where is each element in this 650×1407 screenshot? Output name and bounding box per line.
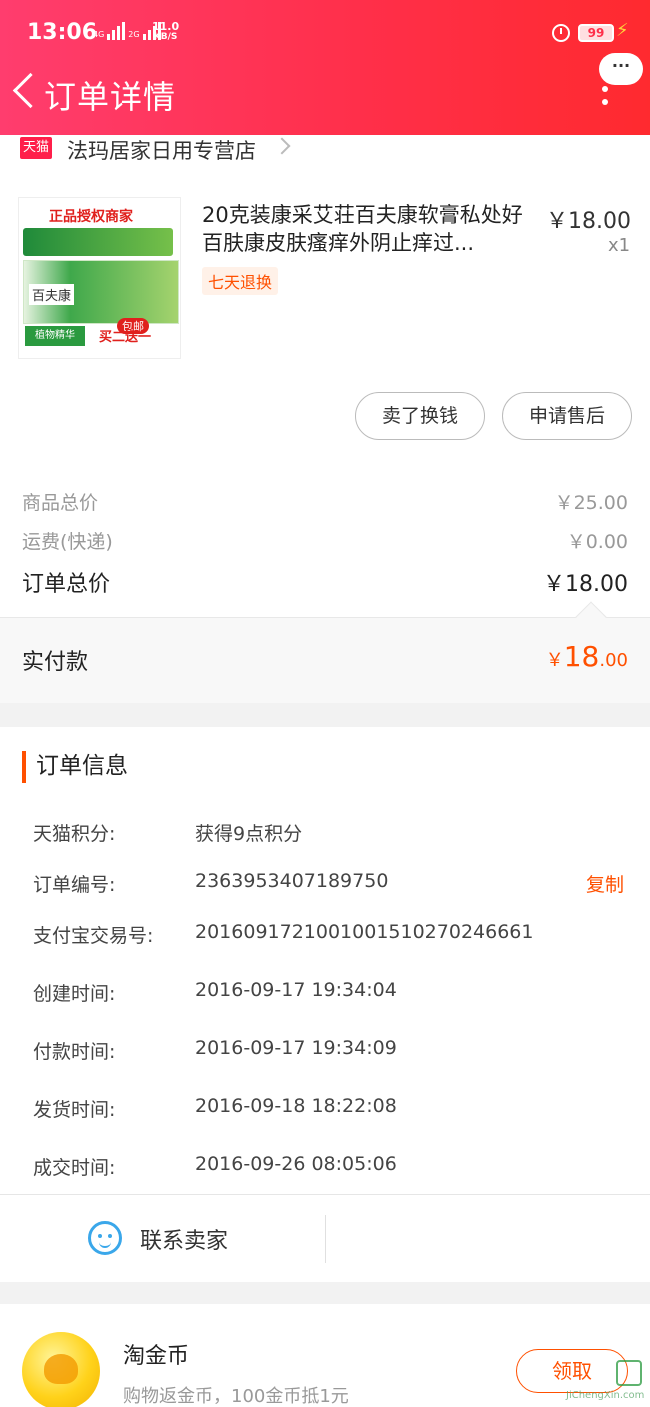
info-label: 天猫积分: [33, 823, 116, 845]
product-price: ￥18.00 [546, 209, 631, 234]
order-total-row: 订单总价 ￥18.00 [22, 566, 628, 598]
net-4g-label: 4G [93, 30, 105, 39]
order-info-card: 订单信息 天猫积分: 获得9点积分 订单编号: 2363953407189750… [0, 727, 650, 1282]
order-total-value: ￥18.00 [543, 572, 628, 597]
kebab-menu-icon[interactable] [602, 86, 610, 112]
info-label: 创建时间: [33, 983, 116, 1005]
net-2g-label: 2G [128, 30, 140, 39]
sell-for-cash-button[interactable]: 卖了换钱 [355, 392, 485, 440]
store-name-link[interactable]: 法玛居家日用专营店 [67, 135, 256, 165]
shipping-value: ￥0.00 [566, 531, 628, 553]
status-bar: 13:06 4G 2G 11.0 KB/S 99 ⚡ [0, 0, 650, 66]
product-quantity: x1 [608, 235, 631, 256]
paid-integer: 18 [563, 640, 600, 673]
order-info-heading: 订单信息 [22, 751, 128, 783]
thumb-auth-text: 正品授权商家 [49, 209, 133, 225]
contact-bar: 联系卖家 [0, 1194, 650, 1282]
shipping-row: 运费(快递) ￥0.00 [22, 527, 628, 554]
gold-coin-icon [22, 1332, 100, 1407]
amount-paid-box: 实付款 ￥18.00 [0, 601, 650, 703]
app-header: 13:06 4G 2G 11.0 KB/S 99 ⚡ 订单详情 ··· [0, 0, 650, 135]
back-button[interactable] [10, 72, 40, 112]
info-label: 订单编号: [33, 874, 116, 896]
info-label: 支付宝交易号: [33, 925, 154, 947]
paid-decimal: .00 [599, 650, 628, 671]
watermark-logo-icon [616, 1360, 642, 1386]
paid-currency: ￥ [545, 650, 564, 671]
chevron-right-icon[interactable] [273, 137, 291, 155]
more-bubble-button[interactable]: ··· [599, 53, 643, 85]
info-value: 获得9点积分 [195, 823, 303, 845]
order-total-label: 订单总价 [22, 572, 111, 597]
info-label: 付款时间: [33, 1041, 116, 1063]
coin-title: 淘金币 [123, 1344, 190, 1369]
info-value: 2016-09-17 19:34:04 [195, 979, 397, 1001]
goods-total-row: 商品总价 ￥25.00 [22, 488, 628, 515]
status-time: 13:06 [27, 20, 98, 45]
info-label: 成交时间: [33, 1157, 116, 1179]
caret-decoration [575, 601, 607, 633]
charging-icon: ⚡ [616, 20, 629, 41]
goods-total-value: ￥25.00 [554, 492, 628, 514]
thumb-tube-image [23, 228, 173, 256]
thumb-promo: 买二送一 [99, 330, 152, 345]
amount-paid-value: ￥18.00 [546, 640, 628, 673]
coin-subtitle: 购物返金币，100金币抵1元 [123, 1386, 349, 1407]
chat-icon[interactable] [88, 1221, 122, 1255]
net-speed-unit: KB/S [153, 32, 178, 42]
info-value: 2016-09-18 18:22:08 [195, 1095, 397, 1117]
info-value: 2016091721001001510270246661 [195, 921, 534, 943]
signal-icon [107, 22, 126, 40]
contact-seller-button[interactable]: 联系卖家 [140, 1223, 228, 1255]
shipping-label: 运费(快递) [22, 531, 113, 553]
thumb-leaf-label: 植物精华 [25, 326, 85, 346]
info-value: 2016-09-26 08:05:06 [195, 1153, 397, 1175]
goods-total-label: 商品总价 [22, 492, 99, 514]
net-speed: 11.0 KB/S [152, 20, 180, 42]
alarm-icon [552, 24, 570, 42]
info-value: 2363953407189750 [195, 870, 389, 892]
site-watermark: JiChengXin.com [536, 1360, 646, 1404]
tmall-badge: 天猫 [20, 137, 52, 159]
product-title[interactable]: 20克装康采艾荘百夫康软膏私处好百肤康皮肤瘙痒外阴止痒过... [202, 201, 532, 257]
page-title: 订单详情 [44, 78, 177, 116]
return-policy-tag: 七天退换 [202, 267, 279, 295]
divider [325, 1215, 326, 1263]
info-label: 发货时间: [33, 1099, 116, 1121]
copy-order-number-button[interactable]: 复制 [586, 870, 624, 897]
battery-icon: 99 [578, 24, 614, 42]
thumb-brand: 百夫康 [29, 284, 75, 305]
net-speed-value: 11.0 [152, 20, 180, 33]
amount-paid-label: 实付款 [22, 650, 89, 675]
order-product-card: 天猫 法玛居家日用专营店 正品授权商家 百夫康 植物精华 包邮 买二送一 20克… [0, 135, 650, 703]
watermark-text: JiChengXin.com [566, 1390, 645, 1401]
product-thumbnail[interactable]: 正品授权商家 百夫康 植物精华 包邮 买二送一 [18, 197, 181, 359]
after-sale-button[interactable]: 申请售后 [502, 392, 632, 440]
info-value: 2016-09-17 19:34:09 [195, 1037, 397, 1059]
signal-icons: 4G 2G [93, 22, 161, 40]
